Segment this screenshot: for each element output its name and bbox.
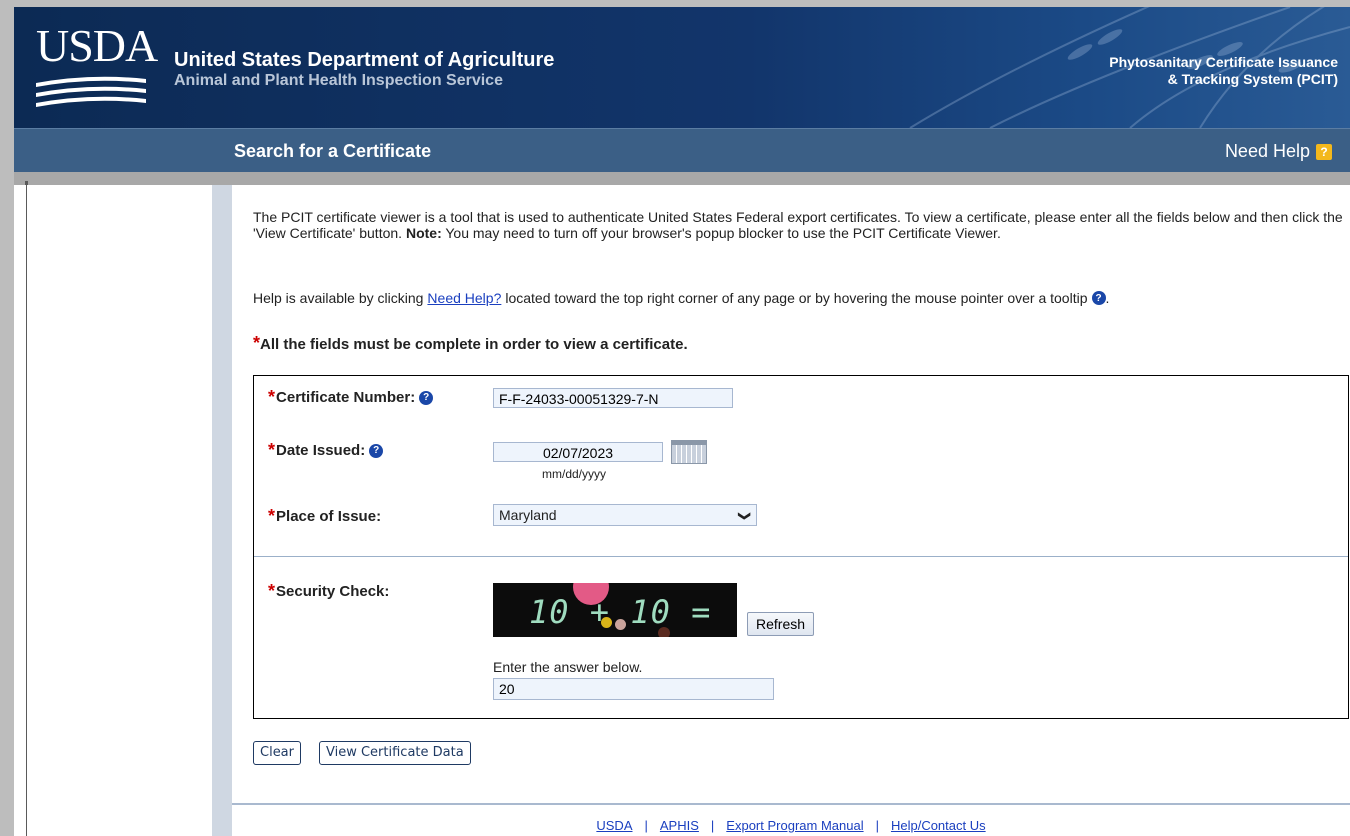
captcha-noise-dot: [658, 627, 670, 637]
agency-line-1: United States Department of Agriculture: [174, 49, 555, 71]
footer-link-help-contact[interactable]: Help/Contact Us: [891, 818, 986, 833]
view-certificate-data-button[interactable]: View Certificate Data: [319, 741, 471, 765]
form-section-divider: [254, 556, 1348, 557]
place-of-issue-label-text: Place of Issue:: [276, 508, 382, 525]
refresh-captcha-button[interactable]: Refresh: [747, 612, 815, 636]
clear-button[interactable]: Clear: [253, 741, 301, 765]
system-name: Phytosanitary Certificate Issuance & Tra…: [1109, 54, 1338, 88]
captcha-noise-dot: [601, 617, 612, 628]
footer-links: USDA | APHIS | Export Program Manual | Help/Co…: [232, 818, 1350, 833]
required-fields-notice: *All the fields must be complete in orde…: [253, 333, 688, 354]
nav-divider-line: [26, 185, 27, 836]
date-issued-label-text: Date Issued:: [276, 442, 366, 459]
certificate-number-input[interactable]: F-F-24033-00051329-7-N: [493, 388, 733, 408]
side-strip: [212, 185, 232, 836]
footer-divider: [232, 803, 1350, 805]
date-issued-tooltip-icon[interactable]: ?: [369, 443, 384, 458]
need-help-inline-link[interactable]: Need Help?: [427, 290, 501, 306]
left-navigation-column: [14, 181, 212, 836]
place-of-issue-value: Maryland: [499, 507, 557, 523]
intro-note-label: Note:: [405, 225, 442, 241]
agency-name: United States Department of Agriculture …: [174, 49, 554, 91]
footer-link-export-program-manual[interactable]: Export Program Manual: [726, 818, 863, 833]
window-frame-top: [0, 0, 1350, 7]
security-check-label-text: Security Check:: [276, 583, 390, 600]
system-name-line-2: & Tracking System (PCIT): [1167, 71, 1338, 87]
required-star: *: [268, 506, 276, 526]
tooltip-info-icon[interactable]: ?: [1091, 291, 1106, 305]
required-star: *: [268, 440, 276, 460]
place-of-issue-select[interactable]: Maryland ❯: [493, 504, 757, 526]
answer-prompt: Enter the answer below.: [493, 659, 643, 675]
main-content: The PCIT certificate viewer is a tool th…: [232, 185, 1350, 836]
window-frame-left: [0, 0, 14, 836]
captcha-noise-dot: [615, 619, 626, 630]
usda-logo-text: USDA: [36, 20, 158, 71]
intro-text-2: You may need to turn off your browser's …: [441, 225, 1001, 241]
security-check-label: * Security Check:: [268, 581, 389, 602]
footer-separator: |: [710, 818, 715, 833]
page-title-bar: Search for a Certificate Need Help ?: [14, 128, 1350, 172]
captcha-image: 10 + 10 =: [493, 583, 737, 637]
agency-line-2: Animal and Plant Health Inspection Servi…: [174, 72, 503, 89]
header-divider-bar: [14, 172, 1350, 185]
help-prefix-text: Help is available by clicking: [253, 290, 424, 306]
certificate-number-label-text: Certificate Number:: [276, 389, 416, 406]
page-title: Search for a Certificate: [234, 141, 432, 161]
usda-logo-stripes-icon: [36, 76, 146, 107]
chevron-down-icon: ❯: [737, 510, 752, 522]
date-format-hint: mm/dd/yyyy: [542, 467, 607, 481]
place-of-issue-label: * Place of Issue:: [268, 506, 381, 527]
intro-paragraph: The PCIT certificate viewer is a tool th…: [253, 209, 1347, 241]
need-help-link[interactable]: Need Help ?: [1225, 141, 1332, 162]
required-star: *: [268, 581, 276, 601]
header-banner: USDA United States Department of Agricul…: [14, 7, 1350, 128]
system-name-line-1: Phytosanitary Certificate Issuance: [1109, 54, 1338, 70]
footer-link-usda[interactable]: USDA: [596, 818, 632, 833]
required-star: *: [268, 387, 276, 407]
footer-separator: |: [644, 818, 648, 833]
required-text: All the fields must be complete in order…: [260, 336, 688, 353]
footer-link-aphis[interactable]: APHIS: [660, 818, 699, 833]
help-suffix-text: located toward the top right corner of a…: [505, 290, 1088, 306]
help-info-line: Help is available by clicking Need Help?…: [253, 290, 1109, 306]
calendar-icon[interactable]: [671, 440, 707, 464]
required-star: *: [253, 333, 261, 353]
certificate-search-form: * Certificate Number: ? F-F-24033-000513…: [253, 375, 1349, 719]
date-issued-input[interactable]: 02/07/2023: [493, 442, 663, 462]
help-end-text: .: [1105, 290, 1110, 306]
usda-logo[interactable]: USDA: [36, 20, 158, 118]
help-question-icon: ?: [1316, 143, 1332, 160]
footer-separator: |: [875, 818, 879, 833]
need-help-label: Need Help: [1224, 141, 1310, 161]
captcha-answer-input[interactable]: 20: [493, 678, 774, 700]
certificate-number-label: * Certificate Number: ?: [268, 387, 434, 408]
certificate-number-tooltip-icon[interactable]: ?: [419, 390, 434, 405]
date-issued-label: * Date Issued: ?: [268, 440, 384, 461]
